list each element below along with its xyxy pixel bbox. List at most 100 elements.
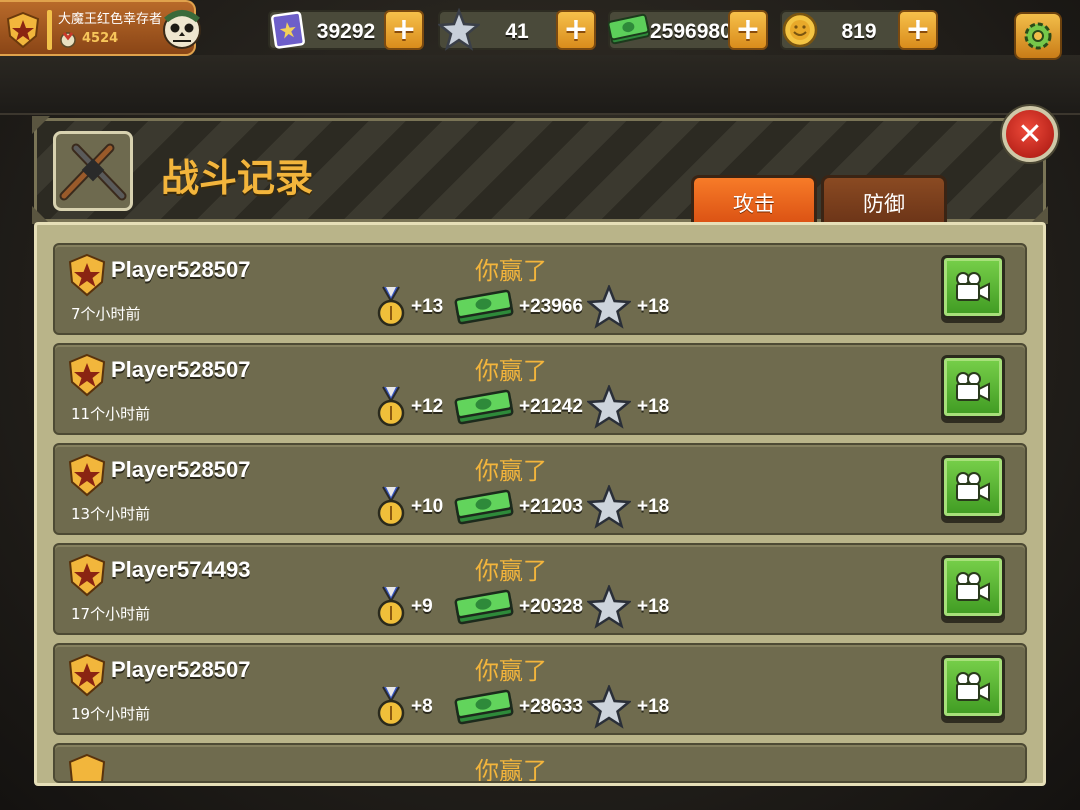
video-camera-icon <box>956 472 990 502</box>
medal-reward: +8 <box>371 685 433 729</box>
resource-cash: 2596980 + <box>608 10 768 50</box>
rank-badge-icon <box>68 353 106 397</box>
record-time: 19个小时前 <box>71 705 151 723</box>
opponent-name: Player574493 <box>111 557 251 582</box>
cash-icon <box>454 489 514 525</box>
star-icon <box>587 585 631 629</box>
add-book-button[interactable]: + <box>384 10 424 50</box>
replay-video-button[interactable] <box>941 555 1005 619</box>
opponent-name: Player528507 <box>111 257 251 282</box>
medal-value: +10 <box>411 496 444 517</box>
replay-video-button[interactable] <box>941 255 1005 319</box>
rank-badge-icon <box>6 12 40 48</box>
medal-reward: +12 <box>371 385 443 429</box>
record-list-container[interactable]: Player528507 7个小时前 你赢了 +13 +23966 +18 Pl… <box>34 222 1046 786</box>
video-camera-icon <box>956 572 990 602</box>
medal-icon <box>377 286 405 327</box>
cash-value: +20328 <box>519 596 583 617</box>
medal-reward: +10 <box>371 485 443 529</box>
settings-button[interactable] <box>1014 12 1062 60</box>
cash-reward: +21203 <box>453 485 583 529</box>
record-row: Player528507 13个小时前 你赢了 +10 +21203 +18 <box>53 443 1027 535</box>
tab-defense[interactable]: 防御 <box>821 175 947 227</box>
battle-result: 你赢了 <box>475 457 547 485</box>
medal-icon <box>377 686 405 727</box>
opponent-name: Player528507 <box>111 357 251 382</box>
skull-avatar-icon <box>163 10 201 49</box>
record-row: Player528507 19个小时前 你赢了 +8 +28633 +18 <box>53 643 1027 735</box>
star-reward: +18 <box>587 685 669 729</box>
tab-attack[interactable]: 攻击 <box>691 175 817 227</box>
star-icon <box>587 485 631 529</box>
star-reward: +18 <box>587 485 669 529</box>
replay-video-button[interactable] <box>941 655 1005 719</box>
star-value: +18 <box>637 696 670 717</box>
battle-result: 你赢了 <box>475 657 547 685</box>
record-row: Player528507 11个小时前 你赢了 +12 +21242 +18 <box>53 343 1027 435</box>
rank-badge-icon <box>68 253 106 297</box>
gold-coin-icon <box>782 12 818 48</box>
record-list: Player528507 7个小时前 你赢了 +13 +23966 +18 Pl… <box>53 243 1027 783</box>
battle-record-panel: 战斗记录 攻击 防御 ✕ Player528507 7个小时前 你赢了 +13 … <box>32 106 1058 786</box>
star-value: +18 <box>637 496 670 517</box>
star-reward: +18 <box>587 585 669 629</box>
resource-gold: 819 + <box>780 10 938 50</box>
corner-bolt-icon <box>32 116 50 134</box>
video-camera-icon <box>956 272 990 302</box>
header-icon-frame <box>53 131 133 211</box>
battle-result: 你赢了 <box>475 257 547 285</box>
record-time: 7个小时前 <box>71 305 141 323</box>
medal-value: +12 <box>411 396 444 417</box>
star-icon <box>587 285 631 329</box>
replay-video-button[interactable] <box>941 355 1005 419</box>
book-count: 39292 <box>316 20 376 43</box>
cash-reward: +23966 <box>453 285 583 329</box>
rank-badge-icon <box>68 753 106 781</box>
star-value: +18 <box>637 596 670 617</box>
cash-value: +21242 <box>519 396 583 417</box>
rank-badge-icon <box>68 453 106 497</box>
battle-result: 你赢了 <box>475 757 547 783</box>
medal-value: +8 <box>411 696 433 717</box>
cash-count: 2596980 <box>650 20 732 43</box>
record-row: Player528507 7个小时前 你赢了 +13 +23966 +18 <box>53 243 1027 335</box>
record-time: 11个小时前 <box>71 405 151 423</box>
record-row: 你赢了 <box>53 743 1027 783</box>
cash-icon <box>454 389 514 425</box>
add-gold-button[interactable]: + <box>898 10 938 50</box>
cash-icon <box>454 289 514 325</box>
close-button[interactable]: ✕ <box>1002 106 1058 162</box>
record-time: 17个小时前 <box>71 605 151 623</box>
video-camera-icon <box>956 372 990 402</box>
background-strip <box>0 55 1080 115</box>
star-count: 41 <box>505 20 529 43</box>
battle-result: 你赢了 <box>475 557 547 585</box>
rank-badge-icon <box>68 553 106 597</box>
cash-icon <box>608 13 650 45</box>
add-star-button[interactable]: + <box>556 10 596 50</box>
opponent-name: Player528507 <box>111 457 251 482</box>
record-time: 13个小时前 <box>71 505 151 523</box>
star-value: +18 <box>637 396 670 417</box>
cash-value: +23966 <box>519 296 583 317</box>
panel-header: 战斗记录 攻击 防御 <box>34 118 1046 227</box>
cash-value: +21203 <box>519 496 583 517</box>
gold-count: 819 <box>841 20 877 43</box>
star-icon <box>587 685 631 729</box>
player-score: 4524 <box>82 31 119 46</box>
star-value: +18 <box>637 296 670 317</box>
record-row: Player574493 17个小时前 你赢了 +9 +20328 +18 <box>53 543 1027 635</box>
add-cash-button[interactable]: + <box>728 10 768 50</box>
player-profile[interactable]: 大魔王红色幸存者 4524 <box>0 0 201 56</box>
medal-value: +9 <box>411 596 433 617</box>
cash-reward: +20328 <box>453 585 583 629</box>
resource-star: 41 + <box>438 8 596 51</box>
cash-reward: +21242 <box>453 385 583 429</box>
player-name: 大魔王红色幸存者 <box>58 12 163 27</box>
gear-icon <box>1024 22 1052 50</box>
medal-icon <box>377 386 405 427</box>
medal-reward: +9 <box>371 585 433 629</box>
battle-result: 你赢了 <box>475 357 547 385</box>
trophy-icon <box>60 32 76 48</box>
replay-video-button[interactable] <box>941 455 1005 519</box>
